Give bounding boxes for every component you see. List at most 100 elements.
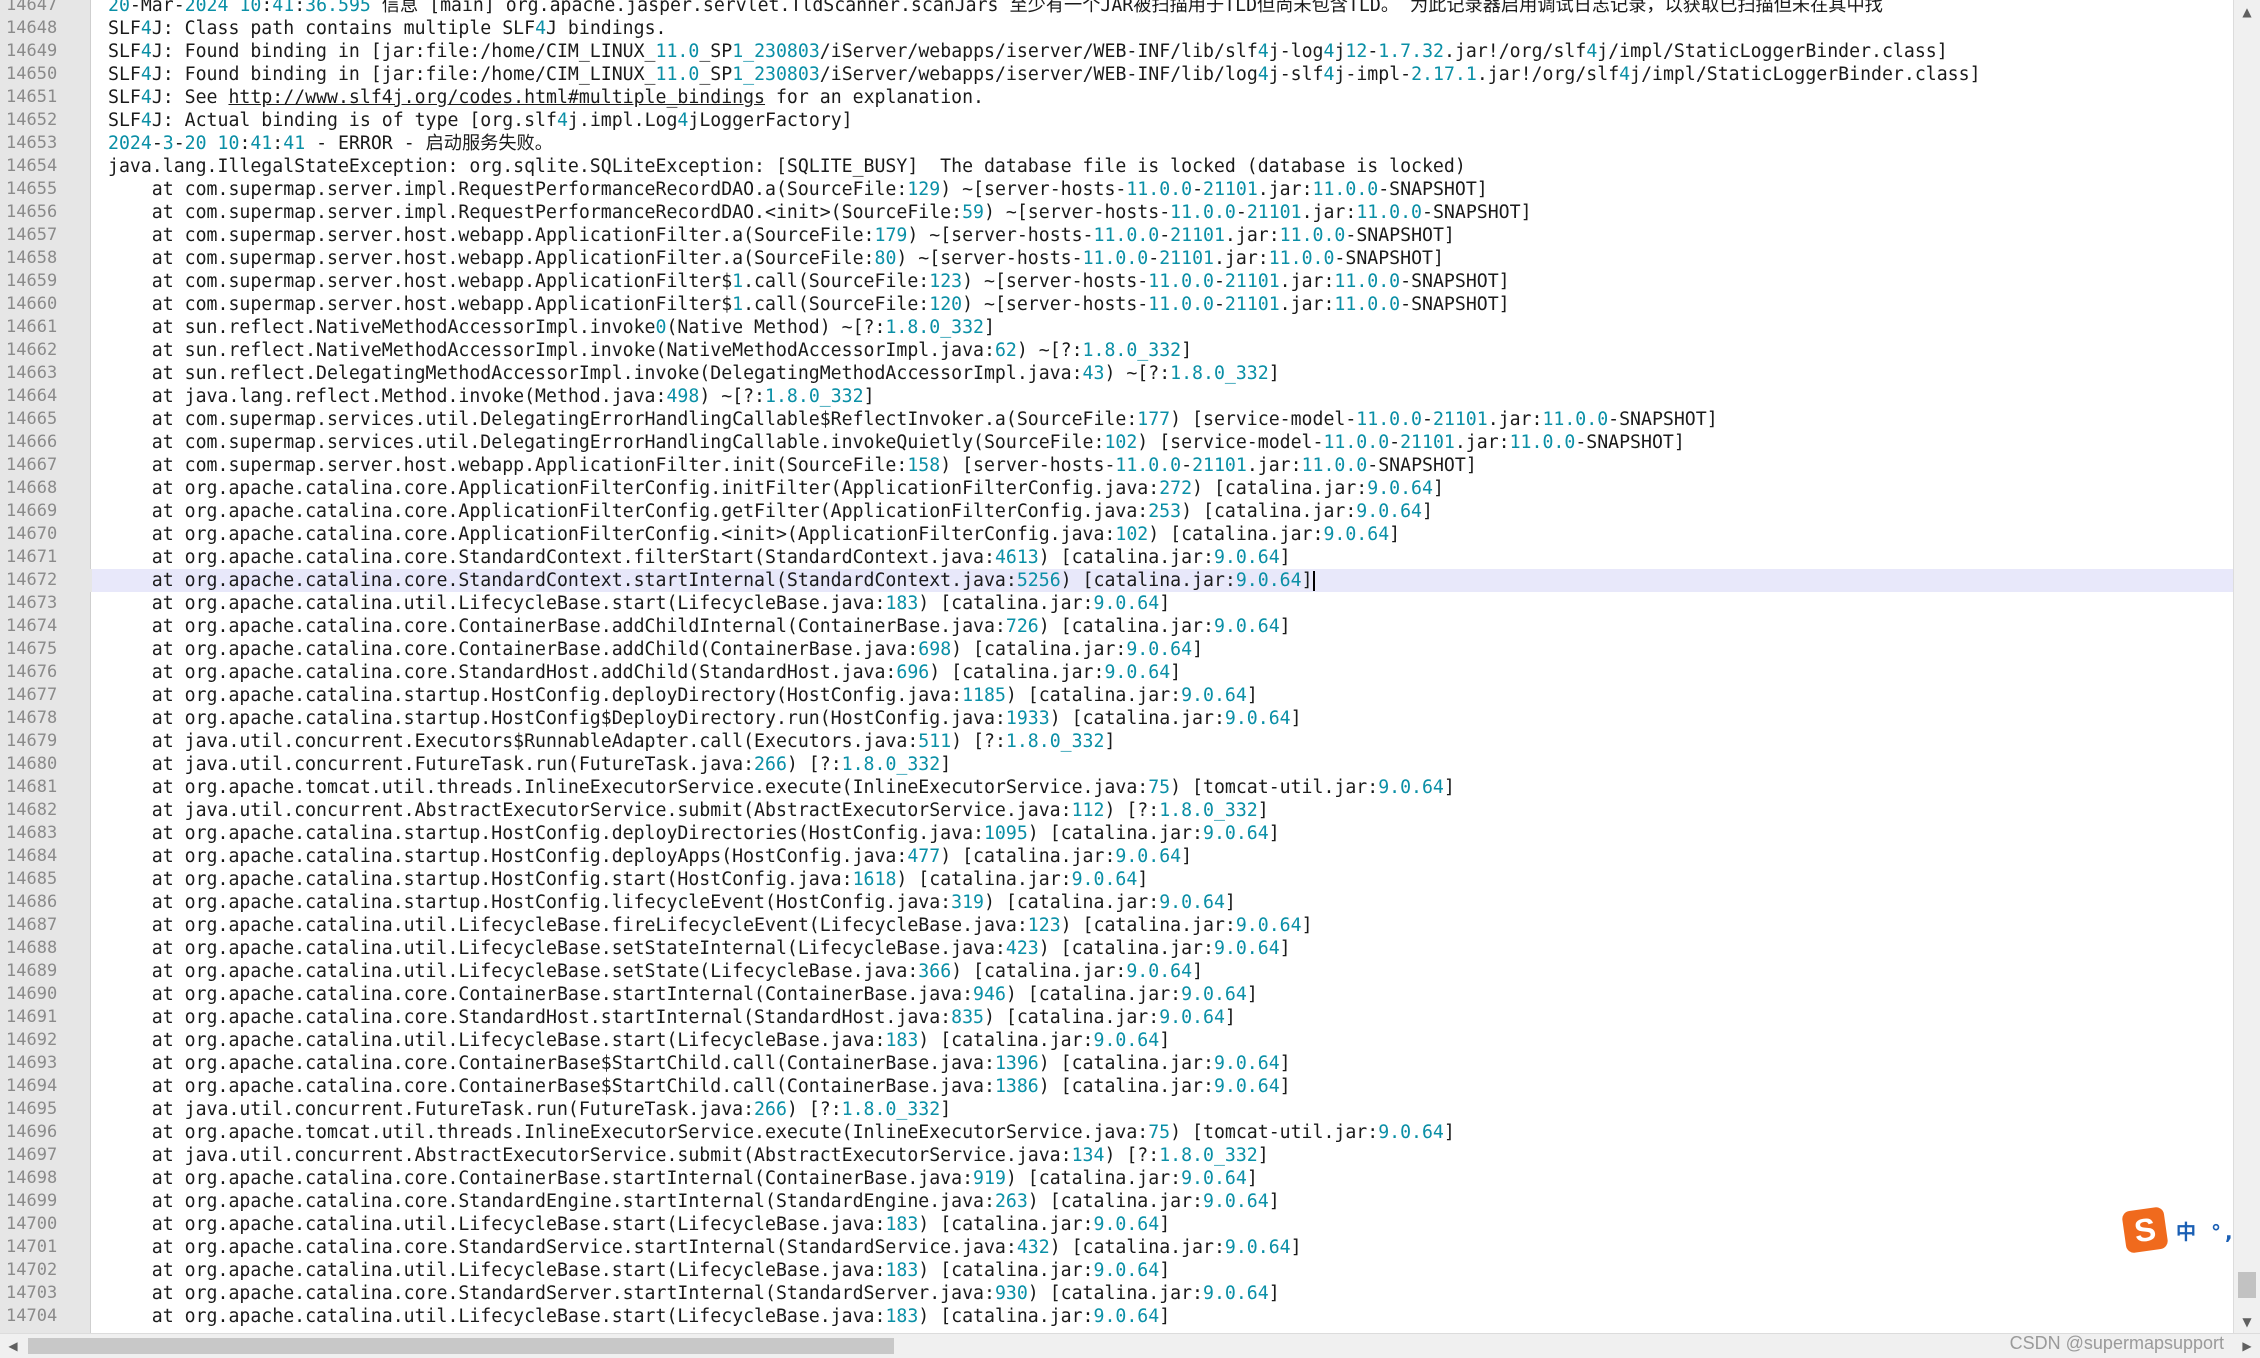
editor-content[interactable]: 14647 20-Mar-2024 10:41:36.595 信息 [main] … bbox=[0, 0, 2234, 1334]
editor-line[interactable]: 14675 at org.apache.catalina.core.Contai… bbox=[0, 638, 2234, 661]
line-text[interactable]: at org.apache.catalina.core.StandardServ… bbox=[108, 1236, 1302, 1259]
editor-line[interactable]: 14650 SLF4J: Found binding in [jar:file:/… bbox=[0, 63, 2234, 86]
editor-line[interactable]: 14688 at org.apache.catalina.util.Lifecy… bbox=[0, 937, 2234, 960]
scroll-up-icon[interactable]: ▲ bbox=[2234, 0, 2260, 24]
line-text[interactable]: at com.supermap.services.util.Delegating… bbox=[108, 431, 1685, 454]
line-text[interactable]: at org.apache.catalina.startup.HostConfi… bbox=[108, 868, 1148, 891]
editor-line[interactable]: 14677 at org.apache.catalina.startup.Hos… bbox=[0, 684, 2234, 707]
line-text[interactable]: at sun.reflect.NativeMethodAccessorImpl.… bbox=[108, 316, 995, 339]
line-text[interactable]: at org.apache.catalina.core.StandardHost… bbox=[108, 661, 1181, 684]
editor-line[interactable]: 14676 at org.apache.catalina.core.Standa… bbox=[0, 661, 2234, 684]
line-text[interactable]: at org.apache.catalina.core.StandardCont… bbox=[108, 546, 1291, 569]
line-text[interactable]: at org.apache.catalina.core.ContainerBas… bbox=[108, 1075, 1291, 1098]
editor-line[interactable]: 14678 at org.apache.catalina.startup.Hos… bbox=[0, 707, 2234, 730]
editor-line[interactable]: 14671 at org.apache.catalina.core.Standa… bbox=[0, 546, 2234, 569]
horizontal-scrollbar[interactable]: ◀ ▶ bbox=[0, 1333, 2260, 1358]
editor-line[interactable]: 14664 at java.lang.reflect.Method.invoke… bbox=[0, 385, 2234, 408]
editor-line[interactable]: 14651 SLF4J: See http://www.slf4j.org/cod… bbox=[0, 86, 2234, 109]
editor-line[interactable]: 14663 at sun.reflect.DelegatingMethodAcc… bbox=[0, 362, 2234, 385]
editor-line[interactable]: 14667 at com.supermap.server.host.webapp… bbox=[0, 454, 2234, 477]
editor-line[interactable]: 14665 at com.supermap.services.util.Dele… bbox=[0, 408, 2234, 431]
editor-line[interactable]: 14673 at org.apache.catalina.util.Lifecy… bbox=[0, 592, 2234, 615]
line-text[interactable]: at java.util.concurrent.FutureTask.run(F… bbox=[108, 753, 951, 776]
editor-line[interactable]: 14661 at sun.reflect.NativeMethodAccesso… bbox=[0, 316, 2234, 339]
line-text[interactable]: at java.util.concurrent.AbstractExecutor… bbox=[108, 1144, 1269, 1167]
vertical-scrollbar[interactable]: ▲ ▼ bbox=[2233, 0, 2260, 1334]
editor-line[interactable]: 14692 at org.apache.catalina.util.Lifecy… bbox=[0, 1029, 2234, 1052]
text-editor[interactable]: 14647 20-Mar-2024 10:41:36.595 信息 [main] … bbox=[0, 0, 2260, 1358]
line-text[interactable]: at org.apache.catalina.util.LifecycleBas… bbox=[108, 960, 1203, 983]
line-text[interactable]: at org.apache.catalina.util.LifecycleBas… bbox=[108, 914, 1313, 937]
line-text[interactable]: at org.apache.catalina.core.ContainerBas… bbox=[108, 1167, 1258, 1190]
line-text[interactable]: at java.lang.reflect.Method.invoke(Metho… bbox=[108, 385, 875, 408]
line-text[interactable]: at org.apache.catalina.core.ContainerBas… bbox=[108, 638, 1203, 661]
scroll-right-icon[interactable]: ▶ bbox=[2234, 1334, 2260, 1358]
editor-line[interactable]: 14703 at org.apache.catalina.core.Standa… bbox=[0, 1282, 2234, 1305]
editor-line[interactable]: 14657 at com.supermap.server.host.webapp… bbox=[0, 224, 2234, 247]
editor-line[interactable]: 14654 java.lang.IllegalStateException: or… bbox=[0, 155, 2234, 178]
editor-line[interactable]: 14699 at org.apache.catalina.core.Standa… bbox=[0, 1190, 2234, 1213]
line-text[interactable]: at org.apache.tomcat.util.threads.Inline… bbox=[108, 776, 1455, 799]
horizontal-scroll-thumb[interactable] bbox=[28, 1338, 894, 1354]
editor-line[interactable]: 14662 at sun.reflect.NativeMethodAccesso… bbox=[0, 339, 2234, 362]
editor-line[interactable]: 14674 at org.apache.catalina.core.Contai… bbox=[0, 615, 2234, 638]
editor-line[interactable]: 14696 at org.apache.tomcat.util.threads.… bbox=[0, 1121, 2234, 1144]
line-text[interactable]: SLF4J: Found binding in [jar:file:/home/… bbox=[108, 40, 1948, 63]
line-text[interactable]: at org.apache.catalina.util.LifecycleBas… bbox=[108, 937, 1291, 960]
line-text[interactable]: at org.apache.catalina.startup.HostConfi… bbox=[108, 684, 1258, 707]
editor-line[interactable]: 14658 at com.supermap.server.host.webapp… bbox=[0, 247, 2234, 270]
editor-line[interactable]: 14694 at org.apache.catalina.core.Contai… bbox=[0, 1075, 2234, 1098]
editor-line[interactable]: 14666 at com.supermap.services.util.Dele… bbox=[0, 431, 2234, 454]
editor-line[interactable]: 14652 SLF4J: Actual binding is of type [o… bbox=[0, 109, 2234, 132]
editor-line[interactable]: 14659 at com.supermap.server.host.webapp… bbox=[0, 270, 2234, 293]
line-text[interactable]: SLF4J: Class path contains multiple SLF4… bbox=[108, 17, 666, 40]
editor-line[interactable]: 14670 at org.apache.catalina.core.Applic… bbox=[0, 523, 2234, 546]
line-text[interactable]: at com.supermap.server.impl.RequestPerfo… bbox=[108, 178, 1488, 201]
ime-toolbar[interactable]: S 中 °, bbox=[2121, 1206, 2237, 1254]
editor-line[interactable]: 14648 SLF4J: Class path contains multiple… bbox=[0, 17, 2234, 40]
editor-line[interactable]: 14685 at org.apache.catalina.startup.Hos… bbox=[0, 868, 2234, 891]
editor-line[interactable]: 14684 at org.apache.catalina.startup.Hos… bbox=[0, 845, 2234, 868]
line-text[interactable]: at java.util.concurrent.FutureTask.run(F… bbox=[108, 1098, 951, 1121]
line-text[interactable]: at org.apache.catalina.startup.HostConfi… bbox=[108, 707, 1302, 730]
line-text[interactable]: 20-Mar-2024 10:41:36.595 信息 [main] org.a… bbox=[108, 0, 1883, 17]
editor-line[interactable]: 14656 at com.supermap.server.impl.Reques… bbox=[0, 201, 2234, 224]
line-text[interactable]: at org.apache.catalina.util.LifecycleBas… bbox=[108, 1259, 1170, 1282]
sogou-ime-icon[interactable]: S bbox=[2121, 1206, 2169, 1254]
line-text[interactable]: at sun.reflect.DelegatingMethodAccessorI… bbox=[108, 362, 1280, 385]
line-text[interactable]: SLF4J: Found binding in [jar:file:/home/… bbox=[108, 63, 1981, 86]
line-text[interactable]: at com.supermap.server.host.webapp.Appli… bbox=[108, 224, 1455, 247]
editor-line[interactable]: 14649 SLF4J: Found binding in [jar:file:/… bbox=[0, 40, 2234, 63]
line-text[interactable]: at org.apache.catalina.core.ContainerBas… bbox=[108, 983, 1258, 1006]
line-text[interactable]: at java.util.concurrent.Executors$Runnab… bbox=[108, 730, 1116, 753]
editor-line[interactable]: 14695 at java.util.concurrent.FutureTask… bbox=[0, 1098, 2234, 1121]
line-text[interactable]: at org.apache.catalina.util.LifecycleBas… bbox=[108, 1305, 1170, 1328]
editor-line[interactable]: 14682 at java.util.concurrent.AbstractEx… bbox=[0, 799, 2234, 822]
editor-line[interactable]: 14653 2024-3-20 10:41:41 - ERROR - 启动服务失败… bbox=[0, 132, 2234, 155]
line-text[interactable]: SLF4J: Actual binding is of type [org.sl… bbox=[108, 109, 853, 132]
line-text[interactable]: at org.apache.catalina.startup.HostConfi… bbox=[108, 845, 1192, 868]
line-text[interactable]: at org.apache.tomcat.util.threads.Inline… bbox=[108, 1121, 1455, 1144]
editor-line[interactable]: 14679 at java.util.concurrent.Executors$… bbox=[0, 730, 2234, 753]
editor-line[interactable]: 14693 at org.apache.catalina.core.Contai… bbox=[0, 1052, 2234, 1075]
editor-line[interactable]: 14691 at org.apache.catalina.core.Standa… bbox=[0, 1006, 2234, 1029]
line-text[interactable]: at org.apache.catalina.core.ApplicationF… bbox=[108, 477, 1444, 500]
line-text[interactable]: at org.apache.catalina.core.ContainerBas… bbox=[108, 615, 1291, 638]
line-text[interactable]: at org.apache.catalina.core.StandardEngi… bbox=[108, 1190, 1280, 1213]
line-text[interactable]: at org.apache.catalina.util.LifecycleBas… bbox=[108, 1029, 1170, 1052]
line-text[interactable]: at com.supermap.server.impl.RequestPerfo… bbox=[108, 201, 1532, 224]
line-text[interactable]: at org.apache.catalina.core.ApplicationF… bbox=[108, 523, 1400, 546]
line-text[interactable]: at org.apache.catalina.core.ApplicationF… bbox=[108, 500, 1433, 523]
line-text[interactable]: SLF4J: See http://www.slf4j.org/codes.ht… bbox=[108, 86, 984, 109]
editor-line[interactable]: 14672 at org.apache.catalina.core.Standa… bbox=[0, 569, 2234, 592]
editor-line[interactable]: 14668 at org.apache.catalina.core.Applic… bbox=[0, 477, 2234, 500]
editor-line[interactable]: 14655 at com.supermap.server.impl.Reques… bbox=[0, 178, 2234, 201]
line-text[interactable]: 2024-3-20 10:41:41 - ERROR - 启动服务失败。 bbox=[108, 132, 553, 155]
editor-line[interactable]: 14647 20-Mar-2024 10:41:36.595 信息 [main] … bbox=[0, 0, 2234, 17]
line-text[interactable]: at org.apache.catalina.core.StandardHost… bbox=[108, 1006, 1236, 1029]
line-text[interactable]: at org.apache.catalina.core.StandardServ… bbox=[108, 1282, 1280, 1305]
line-text[interactable]: at org.apache.catalina.startup.HostConfi… bbox=[108, 822, 1280, 845]
line-text[interactable]: at org.apache.catalina.core.ContainerBas… bbox=[108, 1052, 1291, 1075]
line-text[interactable]: at java.util.concurrent.AbstractExecutor… bbox=[108, 799, 1269, 822]
line-text[interactable]: at org.apache.catalina.startup.HostConfi… bbox=[108, 891, 1236, 914]
